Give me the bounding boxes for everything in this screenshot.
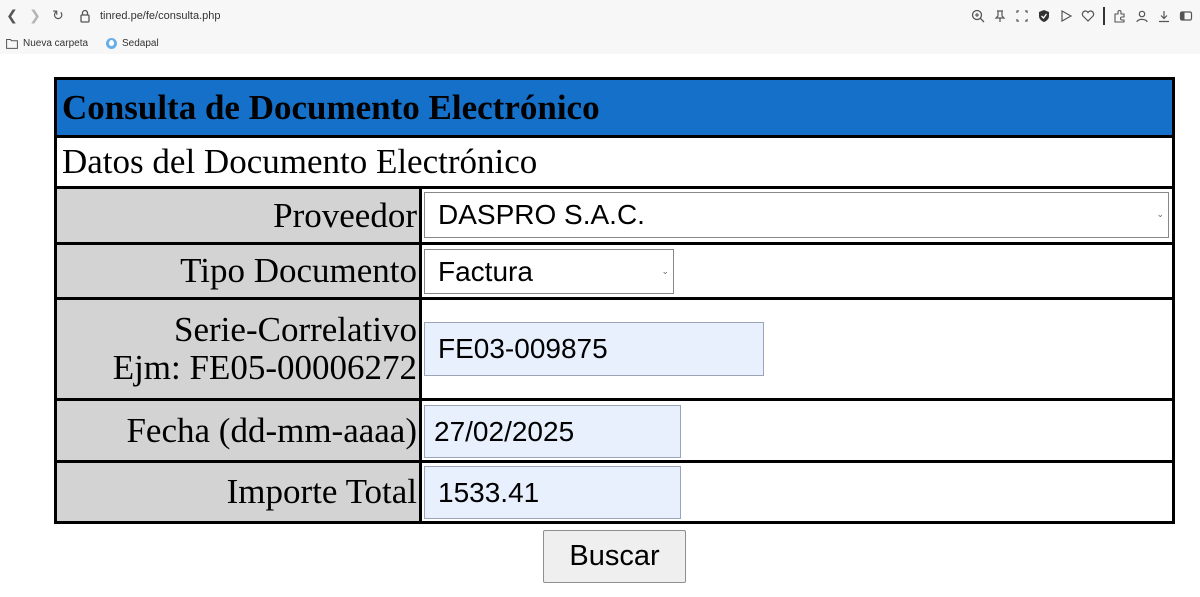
browser-toolbar: ❮ ❯ ↻ tinred.pe/fe/consulta.php (0, 0, 1200, 32)
consulta-form: Consulta de Documento Electrónico Datos … (54, 77, 1175, 524)
download-icon[interactable] (1156, 8, 1172, 24)
zoom-icon[interactable] (970, 8, 986, 24)
fecha-input[interactable]: 27/02/2025 (424, 405, 681, 458)
bookmarks-bar: Nueva carpeta Sedapal (0, 32, 1200, 54)
screenshot-icon[interactable] (1014, 8, 1030, 24)
serie-cell: FE03-009875 (422, 300, 1172, 398)
play-icon[interactable] (1058, 8, 1074, 24)
toolbar-separator (1103, 7, 1105, 25)
bookmark-nueva-carpeta[interactable]: Nueva carpeta (6, 35, 88, 51)
sedapal-drop-icon (106, 37, 117, 49)
proveedor-select[interactable]: DASPRO S.A.C. ⌄ (424, 192, 1169, 238)
tipo-documento-label: Tipo Documento (57, 245, 419, 297)
buscar-button[interactable]: Buscar (543, 530, 686, 583)
proveedor-value: DASPRO S.A.C. (438, 199, 645, 230)
extensions-icon[interactable] (1112, 8, 1128, 24)
reload-icon[interactable]: ↻ (50, 8, 66, 24)
importe-total-input[interactable]: 1533.41 (424, 466, 681, 519)
bookmark-sedapal[interactable]: Sedapal (106, 35, 159, 51)
pin-icon[interactable] (992, 8, 1008, 24)
section-subtitle: Datos del Documento Electrónico (62, 142, 538, 181)
serie-label-example: Ejm: FE05-00006272 (112, 348, 417, 387)
page-title: Consulta de Documento Electrónico (62, 87, 600, 127)
importe-cell: 1533.41 (422, 463, 1172, 521)
form-title-row: Consulta de Documento Electrónico (57, 80, 1172, 135)
fecha-label: Fecha (dd-mm-aaaa) (57, 401, 419, 460)
bookmark-label: Nueva carpeta (23, 37, 89, 49)
form-subtitle-row: Datos del Documento Electrónico (57, 138, 1172, 186)
importe-value: 1533.41 (438, 476, 540, 508)
sidebar-icon[interactable] (1178, 8, 1194, 24)
serie-value: FE03-009875 (438, 333, 608, 364)
serie-correlativo-input[interactable]: FE03-009875 (424, 322, 764, 376)
shield-icon[interactable] (1036, 8, 1052, 24)
tipo-documento-cell: Factura ⌄ (422, 245, 1172, 297)
address-bar[interactable]: tinred.pe/fe/consulta.php (100, 8, 220, 24)
proveedor-label: Proveedor (57, 189, 419, 242)
profile-icon[interactable] (1134, 8, 1150, 24)
forward-icon[interactable]: ❯ (27, 8, 43, 24)
chevron-down-icon: ⌄ (1156, 210, 1164, 220)
back-icon[interactable]: ❮ (4, 8, 20, 24)
tipo-documento-value: Factura (438, 255, 533, 287)
proveedor-cell: DASPRO S.A.C. ⌄ (422, 189, 1172, 242)
fecha-value: 27/02/2025 (434, 415, 575, 447)
importe-total-label: Importe Total (57, 463, 419, 521)
folder-icon (6, 38, 18, 49)
toolbar-icons (970, 7, 1194, 25)
serie-correlativo-label: Serie-Correlativo Ejm: FE05-00006272 (57, 300, 419, 398)
bookmark-label: Sedapal (122, 37, 159, 49)
serie-label-line1: Serie-Correlativo (174, 310, 417, 349)
lock-icon[interactable] (77, 8, 93, 24)
chevron-down-icon: ⌄ (661, 266, 669, 277)
tipo-documento-select[interactable]: Factura ⌄ (424, 249, 674, 294)
heart-icon[interactable] (1080, 8, 1096, 24)
fecha-cell: 27/02/2025 (422, 401, 1172, 460)
